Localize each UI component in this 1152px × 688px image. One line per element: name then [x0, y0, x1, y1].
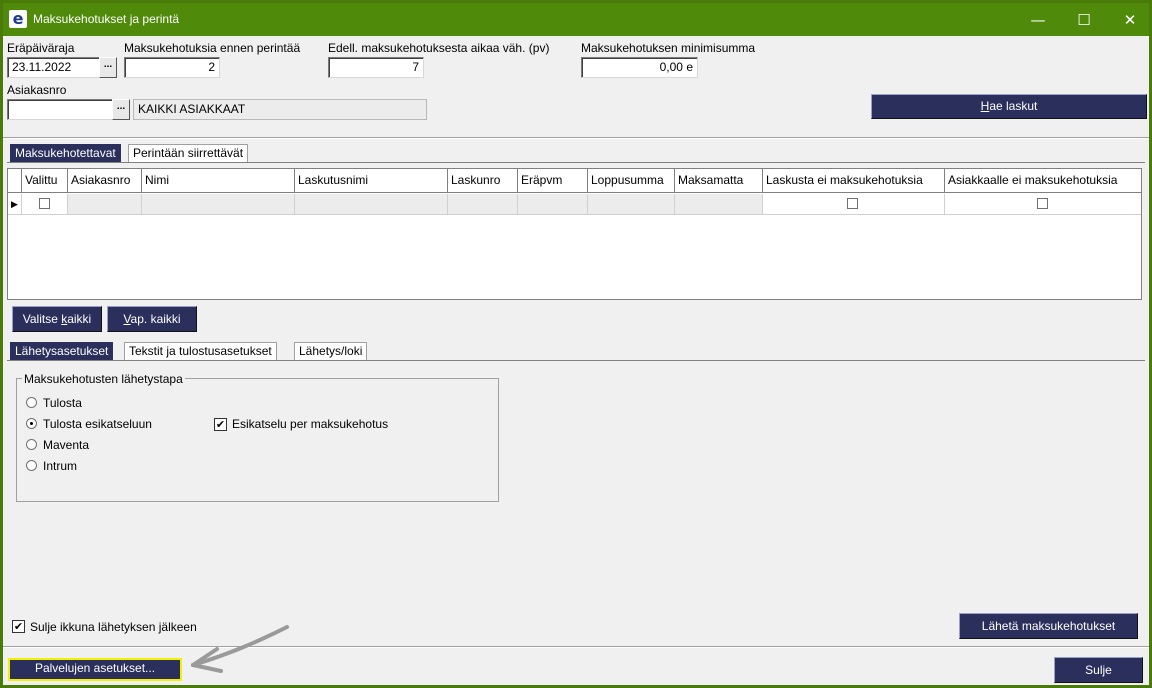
- preview-per-reminder-label[interactable]: Esikatselu per maksukehotus: [232, 417, 388, 431]
- row-loppusumma-cell: [588, 194, 675, 215]
- col-header-maksamatta[interactable]: Maksamatta: [675, 169, 763, 193]
- col-header-erapvm[interactable]: Eräpvm: [518, 169, 588, 193]
- fetch-invoices-button[interactable]: Hae laskut: [871, 94, 1147, 119]
- customer-no-field[interactable]: [7, 99, 115, 120]
- row-laskusta-ei-checkbox[interactable]: [847, 198, 858, 209]
- send-method-group-title: Maksukehotusten lähetystapa: [22, 372, 185, 386]
- due-date-picker-button[interactable]: ...: [99, 57, 117, 78]
- maximize-button[interactable]: ☐: [1061, 8, 1107, 32]
- close-button[interactable]: Sulje: [1054, 657, 1143, 683]
- send-reminders-button[interactable]: Lähetä maksukehotukset: [959, 613, 1138, 639]
- select-all-rest: aikki: [67, 312, 92, 326]
- row-asiakkaalle-ei-checkbox[interactable]: [1037, 198, 1048, 209]
- select-all-prefix: Valitse: [22, 312, 62, 326]
- radio-tulosta-esikatseluun[interactable]: [26, 418, 37, 429]
- service-settings-button[interactable]: Palvelujen asetukset...: [8, 658, 182, 681]
- row-nimi-cell: [142, 194, 295, 215]
- due-date-label: Eräpäiväraja: [7, 41, 75, 55]
- row-laskusta-ei-cell[interactable]: [763, 194, 945, 215]
- tab-strip-line: [7, 162, 1145, 163]
- col-header-laskutusnimi[interactable]: Laskutusnimi: [295, 169, 448, 193]
- customer-name-field: KAIKKI ASIAKKAAT: [133, 99, 427, 120]
- row-laskunro-cell: [448, 194, 518, 215]
- radio-tulosta[interactable]: [26, 397, 37, 408]
- deselect-all-rest: ap. kaikki: [130, 312, 181, 326]
- radio-maventa[interactable]: [26, 439, 37, 450]
- app-logo-icon: e: [9, 10, 27, 28]
- tab-lahetysasetukset[interactable]: Lähetysasetukset: [10, 342, 114, 360]
- row-asiakkaalle-ei-cell[interactable]: [945, 194, 1141, 215]
- deselect-all-accesskey: V: [123, 312, 131, 326]
- tab-lahetys-loki[interactable]: Lähetys/loki: [294, 342, 368, 360]
- due-date-field[interactable]: 23.11.2022: [7, 57, 103, 78]
- window-title: Maksukehotukset ja perintä: [33, 12, 180, 26]
- tab-maksukehotettavat[interactable]: Maksukehotettavat: [10, 144, 121, 162]
- radio-maventa-label[interactable]: Maventa: [43, 438, 89, 452]
- row-erapvm-cell: [518, 194, 588, 215]
- row-asiakasnro-cell: [68, 194, 142, 215]
- tab-perintaan-siirrettavat[interactable]: Perintään siirrettävät: [128, 144, 249, 162]
- row-laskutusnimi-cell: [295, 194, 448, 215]
- close-window-button[interactable]: ✕: [1107, 8, 1152, 32]
- reminders-before-label: Maksukehotuksia ennen perintää: [124, 41, 301, 55]
- col-header-laskunro[interactable]: Laskunro: [448, 169, 518, 193]
- title-bar: e Maksukehotukset ja perintä — ☐ ✕: [3, 3, 1149, 36]
- col-header-laskusta-ei[interactable]: Laskusta ei maksukehotuksia: [763, 169, 945, 193]
- bottom-tab-strip-line: [7, 360, 1145, 361]
- customer-no-label: Asiakasnro: [7, 83, 67, 97]
- close-after-send-label[interactable]: Sulje ikkuna lähetyksen jälkeen: [30, 620, 197, 634]
- radio-tulosta-label[interactable]: Tulosta: [43, 396, 82, 410]
- days-since-label: Edell. maksukehotuksesta aikaa väh. (pv): [328, 41, 550, 55]
- row-maksamatta-cell: [675, 194, 763, 215]
- row-valittu-cell[interactable]: [22, 194, 68, 215]
- radio-intrum[interactable]: [26, 460, 37, 471]
- col-header-asiakkaalle-ei[interactable]: Asiakkaalle ei maksukehotuksia: [945, 169, 1141, 193]
- separator: [3, 137, 1149, 139]
- col-header-nimi[interactable]: Nimi: [142, 169, 295, 193]
- preview-per-reminder-checkbox[interactable]: ✔: [214, 418, 227, 431]
- col-header-asiakasnro[interactable]: Asiakasnro: [68, 169, 142, 193]
- fetch-button-accesskey: H: [980, 99, 990, 113]
- col-header-valittu[interactable]: Valittu: [22, 169, 68, 193]
- days-since-field[interactable]: 7: [328, 57, 424, 78]
- tab-tekstit-ja-tulostusasetukset[interactable]: Tekstit ja tulostusasetukset: [124, 342, 277, 360]
- select-all-button[interactable]: Valitse kaikki: [12, 306, 102, 332]
- deselect-all-button[interactable]: Vap. kaikki: [107, 306, 197, 332]
- invoice-grid[interactable]: Valittu Asiakasnro Nimi Laskutusnimi Las…: [7, 168, 1142, 300]
- customer-picker-button[interactable]: ...: [112, 99, 130, 120]
- col-header-loppusumma[interactable]: Loppusumma: [588, 169, 675, 193]
- close-after-send-checkbox[interactable]: ✔: [12, 620, 25, 633]
- fetch-button-rest: ae laskut: [989, 99, 1038, 113]
- min-sum-field[interactable]: 0,00 e: [581, 57, 698, 78]
- footer-separator: [3, 646, 1149, 648]
- row-valittu-checkbox[interactable]: [39, 198, 50, 209]
- min-sum-label: Maksukehotuksen minimisumma: [581, 41, 756, 55]
- minimize-button[interactable]: —: [1015, 8, 1061, 32]
- grid-corner: [8, 169, 22, 193]
- radio-tulosta-esikatseluun-label[interactable]: Tulosta esikatseluun: [43, 417, 152, 431]
- app-window: e Maksukehotukset ja perintä — ☐ ✕ Eräpä…: [0, 0, 1152, 688]
- reminders-before-field[interactable]: 2: [124, 57, 220, 78]
- row-marker-icon: ▶: [8, 194, 22, 215]
- annotation-arrow-icon: [191, 625, 289, 673]
- radio-intrum-label[interactable]: Intrum: [43, 459, 77, 473]
